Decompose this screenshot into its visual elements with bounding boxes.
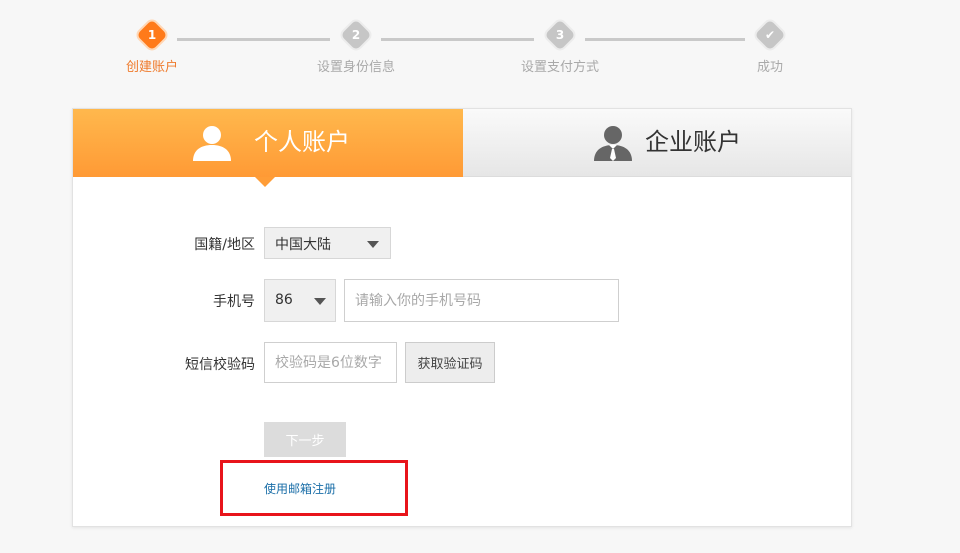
sms-code-input[interactable] [264,342,397,383]
tab-enterprise-account[interactable]: 企业账户 [463,109,851,177]
business-user-icon [594,126,632,161]
nationality-value: 中国大陆 [275,237,331,253]
step-badge: 3 [544,19,576,51]
account-type-tabs: 个人账户 企业账户 [73,109,851,187]
next-button[interactable]: 下一步 [264,422,346,457]
progress-steps: 1 创建账户 2 设置身份信息 3 设置支付方式 ✔ 成功 [0,0,960,100]
chevron-down-icon [314,298,326,305]
nationality-select[interactable]: 中国大陆 [264,227,391,259]
step-badge: 1 [136,19,168,51]
step-create-account: 1 创建账户 [92,19,212,75]
tab-personal-account[interactable]: 个人账户 [73,109,463,177]
step-label: 成功 [756,60,783,75]
step-payment-method: 3 设置支付方式 [500,19,620,75]
step-success: ✔ 成功 [710,19,830,75]
registration-card: 个人账户 企业账户 国籍/地区 中国大陆 手机号 86 短信校验码 获取验证码 … [72,108,852,527]
step-label: 创建账户 [125,60,178,75]
step-badge: 2 [340,19,372,51]
step-label: 设置身份信息 [316,60,395,75]
step-identity-info: 2 设置身份信息 [296,19,416,75]
phone-label: 手机号 [213,294,255,310]
country-code-select[interactable]: 86 [264,279,336,322]
chevron-down-icon [367,241,379,248]
sms-code-label: 短信校验码 [185,357,255,373]
country-code-value: 86 [275,292,293,308]
nationality-label: 国籍/地区 [194,237,255,253]
phone-input[interactable] [344,279,619,322]
step-label: 设置支付方式 [520,60,599,75]
get-code-button[interactable]: 获取验证码 [405,342,495,383]
highlight-annotation [220,460,408,516]
tab-label: 企业账户 [645,128,741,156]
tab-label: 个人账户 [254,128,350,156]
user-icon [193,126,231,161]
check-icon: ✔ [754,19,786,51]
tab-active-indicator [255,177,275,187]
